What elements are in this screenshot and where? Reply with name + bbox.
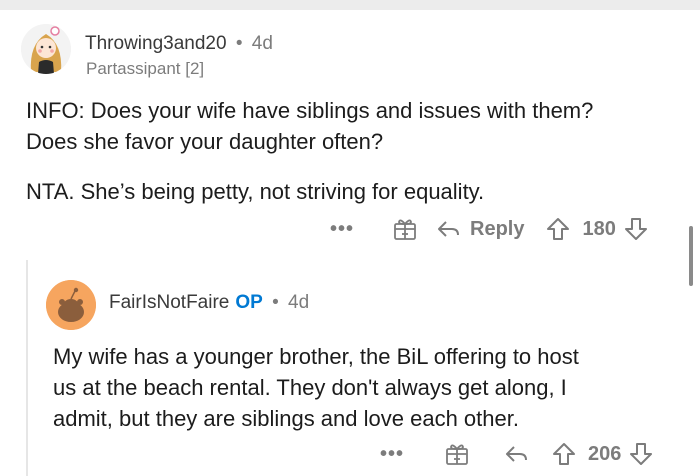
comment-actions: ••• Reply 180: [330, 215, 648, 243]
comment-text-line: My wife has a younger brother, the BiL o…: [53, 344, 579, 369]
comment-age: 4d: [251, 33, 273, 54]
gift-award-icon[interactable]: [444, 441, 470, 467]
comment-author-line: Throwing3and20 • 4d: [85, 33, 273, 55]
gift-award-icon[interactable]: [392, 216, 418, 242]
comment-actions: ••• 206: [380, 440, 653, 468]
comment-text-line: us at the beach rental. They don't alway…: [53, 375, 567, 400]
user-avatar[interactable]: [21, 24, 71, 74]
upvote-arrow-icon[interactable]: [552, 441, 576, 467]
user-avatar[interactable]: [46, 280, 96, 330]
reply-arrow-icon[interactable]: [436, 217, 462, 241]
username-link[interactable]: FairIsNotFaire: [109, 292, 229, 313]
thread-indent-line[interactable]: [26, 260, 28, 476]
meta-separator: •: [272, 292, 279, 313]
comment-age: 4d: [288, 292, 310, 313]
snoo-avatar-icon: [46, 280, 96, 330]
comment-author-line: FairIsNotFaire OP • 4d: [109, 292, 309, 314]
comment-text-line: Does she favor your daughter often?: [26, 129, 384, 154]
more-options-icon[interactable]: •••: [330, 218, 354, 241]
comment-text-line: NTA. She’s being petty, not striving for…: [26, 179, 485, 204]
vote-score: 180: [582, 217, 616, 240]
downvote-arrow-icon[interactable]: [624, 216, 648, 242]
comment-text-line: admit, but they are siblings and love ea…: [53, 406, 519, 431]
op-badge: OP: [235, 292, 263, 313]
downvote-arrow-icon[interactable]: [629, 441, 653, 467]
reply-arrow-icon[interactable]: [504, 442, 530, 466]
more-options-icon[interactable]: •••: [380, 443, 404, 466]
user-flair: Partassipant [2]: [86, 59, 205, 78]
avatar-girl-icon: [21, 24, 71, 74]
meta-separator: •: [235, 33, 243, 54]
upvote-arrow-icon[interactable]: [546, 216, 570, 242]
top-divider-bar: [0, 0, 700, 10]
vote-score: 206: [588, 442, 622, 465]
comment-text-line: INFO: Does your wife have siblings and i…: [26, 98, 594, 123]
username-link[interactable]: Throwing3and20: [85, 33, 227, 54]
scrollbar-thumb[interactable]: [689, 226, 693, 286]
reply-button[interactable]: Reply: [470, 218, 524, 241]
